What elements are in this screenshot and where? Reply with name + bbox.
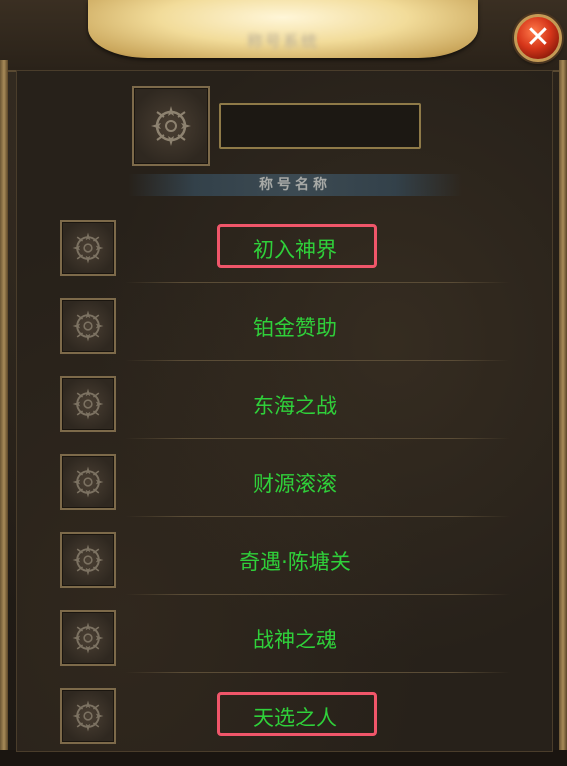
title-label: 财源滚滚: [253, 472, 337, 496]
compass-star-icon: [151, 106, 191, 146]
title-row[interactable]: 奇遇·陈塘关: [60, 532, 510, 610]
title-row[interactable]: 铂金赞助: [60, 298, 510, 376]
title-row[interactable]: 天选之人: [60, 688, 510, 766]
title-row[interactable]: 东海之战: [60, 376, 510, 454]
title-label: 奇遇·陈塘关: [239, 550, 351, 574]
row-divider: [125, 516, 510, 517]
row-divider: [125, 672, 510, 673]
row-divider: [125, 360, 510, 361]
selected-title-icon: [132, 86, 210, 166]
compass-star-icon: [72, 622, 104, 654]
title-icon: [60, 298, 116, 354]
right-border: [559, 60, 567, 750]
compass-star-icon: [72, 388, 104, 420]
title-row[interactable]: 初入神界: [60, 220, 510, 298]
highlight-box: [217, 224, 377, 268]
title-plate: 称号系统: [88, 0, 478, 58]
compass-star-icon: [72, 232, 104, 264]
title-label: 战神之魂: [253, 628, 337, 652]
row-divider: [125, 438, 510, 439]
title-icon: [60, 376, 116, 432]
compass-star-icon: [72, 544, 104, 576]
title-icon: [60, 688, 116, 744]
compass-star-icon: [72, 700, 104, 732]
dialog-frame: 称号系统 ✕ 称号名称 初入神界 铂金赞助 东海之战 财源滚滚 奇遇·陈塘关 战神之魂 天选…: [0, 0, 567, 752]
highlight-box: [217, 692, 377, 736]
window-title: 称号系统: [246, 32, 319, 51]
title-label: 东海之战: [253, 394, 337, 418]
title-icon: [60, 532, 116, 588]
close-x-icon: ✕: [525, 20, 551, 55]
close-button[interactable]: ✕: [514, 14, 562, 62]
row-divider: [125, 594, 510, 595]
compass-star-icon: [72, 466, 104, 498]
title-icon: [60, 454, 116, 510]
row-divider: [125, 282, 510, 283]
title-row[interactable]: 战神之魂: [60, 610, 510, 688]
compass-star-icon: [72, 310, 104, 342]
title-label: 铂金赞助: [253, 316, 337, 340]
list-header: 称号名称: [128, 174, 462, 196]
title-icon: [60, 610, 116, 666]
title-icon: [60, 220, 116, 276]
title-row[interactable]: 财源滚滚: [60, 454, 510, 532]
title-name-field[interactable]: [219, 103, 421, 149]
left-border: [0, 60, 8, 750]
